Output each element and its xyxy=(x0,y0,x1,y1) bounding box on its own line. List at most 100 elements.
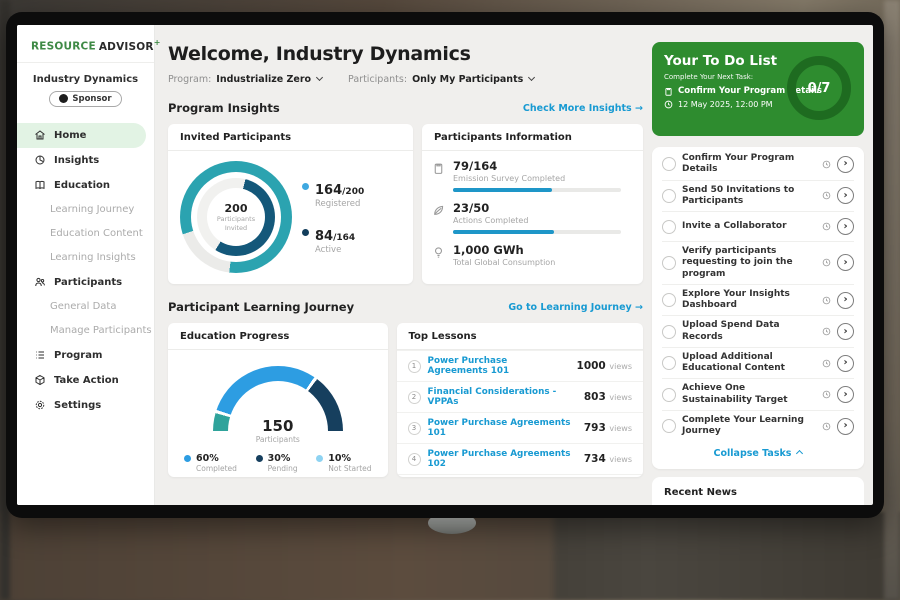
sidebar-item-participants[interactable]: Participants xyxy=(17,270,154,295)
clock-icon xyxy=(822,327,831,336)
sidebar-item-manage-participants[interactable]: Manage Participants xyxy=(17,319,154,343)
task-checkbox[interactable] xyxy=(662,189,676,203)
bulb-icon xyxy=(432,246,445,259)
sidebar-item-label: Settings xyxy=(54,400,101,411)
lesson-row[interactable]: 2 Financial Considerations - VPPAs 803 v… xyxy=(397,381,643,412)
filter-bar: Program:Industrialize Zero Participants:… xyxy=(168,74,643,85)
go-to-learning-journey-link[interactable]: Go to Learning Journey xyxy=(508,302,643,313)
participants-select[interactable]: Participants:Only My Participants xyxy=(348,74,534,85)
sidebar-item-education[interactable]: Education xyxy=(17,173,154,198)
task-checkbox[interactable] xyxy=(662,388,676,402)
task-open-button[interactable] xyxy=(837,355,854,372)
brand-secondary: ADVISOR xyxy=(99,41,154,53)
task-checkbox[interactable] xyxy=(662,419,676,433)
sidebar-item-label: Program xyxy=(54,350,102,361)
invited-participants-card: Invited Participants 200 Participants In… xyxy=(168,124,413,284)
task-row[interactable]: Explore Your Insights Dashboard xyxy=(662,284,854,316)
task-open-button[interactable] xyxy=(837,254,854,271)
sidebar-item-learning-journey[interactable]: Learning Journey xyxy=(17,198,154,222)
legend-pending: 30%Pending xyxy=(256,453,298,473)
task-checkbox[interactable] xyxy=(662,325,676,339)
task-checkbox[interactable] xyxy=(662,256,676,270)
sidebar-item-home[interactable]: Home xyxy=(17,123,146,148)
program-select[interactable]: Program:Industrialize Zero xyxy=(168,74,322,85)
task-row[interactable]: Send 50 Invitations to Participants xyxy=(662,180,854,212)
lesson-link[interactable]: Financial Considerations - VPPAs xyxy=(428,387,577,407)
task-checkbox[interactable] xyxy=(662,157,676,171)
task-checkbox[interactable] xyxy=(662,356,676,370)
home-icon xyxy=(34,129,46,141)
task-open-button[interactable] xyxy=(837,323,854,340)
card-title: Education Progress xyxy=(168,323,388,350)
task-row[interactable]: Upload Spend Data Records xyxy=(662,315,854,347)
sponsor-badge: Sponsor xyxy=(49,91,121,107)
sidebar-item-settings[interactable]: Settings xyxy=(17,393,154,418)
task-row[interactable]: Invite a Collaborator xyxy=(662,211,854,241)
collapse-tasks-link[interactable]: Collapse Tasks xyxy=(662,441,854,464)
sidebar-item-label: General Data xyxy=(50,301,116,312)
task-label: Confirm Your Program Details xyxy=(682,153,816,176)
sidebar-item-insights[interactable]: Insights xyxy=(17,148,154,173)
task-open-button[interactable] xyxy=(837,386,854,403)
sponsor-icon xyxy=(59,94,68,103)
legend-dot xyxy=(302,229,309,236)
task-open-button[interactable] xyxy=(837,292,854,309)
insights-icon xyxy=(34,154,46,166)
card-title: Invited Participants xyxy=(168,124,413,151)
chevron-down-icon xyxy=(528,74,535,81)
task-row[interactable]: Complete Your Learning Journey xyxy=(662,410,854,442)
sidebar-item-label: Learning Insights xyxy=(50,252,136,263)
clock-icon xyxy=(822,296,831,305)
task-open-button[interactable] xyxy=(837,418,854,435)
lesson-rank: 2 xyxy=(408,391,421,404)
check-more-insights-link[interactable]: Check More Insights xyxy=(523,103,643,114)
org-name: Industry Dynamics xyxy=(17,74,154,85)
sidebar-item-learning-insights[interactable]: Learning Insights xyxy=(17,246,154,270)
clipboard-icon xyxy=(664,87,673,96)
sidebar-item-education-content[interactable]: Education Content xyxy=(17,222,154,246)
legend-not-started: 10%Not Started xyxy=(316,453,371,473)
sidebar-item-label: Education Content xyxy=(50,228,143,239)
task-open-button[interactable] xyxy=(837,187,854,204)
task-row[interactable]: Verify participants requesting to join t… xyxy=(662,241,854,284)
todo-hero-card: Your To Do List Complete Your Next Task:… xyxy=(652,42,864,136)
info-row-actions: 23/50 Actions Completed xyxy=(432,201,629,234)
recent-news-title: Recent News xyxy=(664,487,852,505)
main-content: Welcome, Industry Dynamics Program:Indus… xyxy=(155,25,652,505)
task-label: Invite a Collaborator xyxy=(682,221,816,232)
education-progress-card: Education Progress 150 Participants 60%C… xyxy=(168,323,388,477)
legend-dot xyxy=(302,183,309,190)
info-value: 23/50 xyxy=(453,201,629,215)
leaf-icon xyxy=(432,204,445,217)
lesson-row[interactable]: 1 Power Purchase Agreements 101 1000 vie… xyxy=(397,350,643,381)
task-open-button[interactable] xyxy=(837,218,854,235)
task-checkbox[interactable] xyxy=(662,293,676,307)
sidebar-item-general-data[interactable]: General Data xyxy=(17,295,154,319)
lesson-link[interactable]: Power Purchase Agreements 101 xyxy=(428,418,577,438)
sidebar-item-program[interactable]: Program xyxy=(17,343,154,368)
task-checkbox[interactable] xyxy=(662,220,676,234)
lesson-row[interactable]: 5 Power Purchase Agreements 103 600 view… xyxy=(397,474,643,477)
lesson-link[interactable]: Power Purchase Agreements 101 xyxy=(428,356,570,376)
lesson-row[interactable]: 3 Power Purchase Agreements 101 793 view… xyxy=(397,412,643,443)
section-title-learning-journey: Participant Learning Journey xyxy=(168,300,354,314)
lesson-link[interactable]: Power Purchase Agreements 102 xyxy=(428,449,577,469)
sidebar-item-take-action[interactable]: Take Action xyxy=(17,368,154,393)
program-value: Industrialize Zero xyxy=(216,74,311,85)
task-row[interactable]: Upload Additional Educational Content xyxy=(662,347,854,379)
sidebar: RESOURCEADVISOR+ Industry Dynamics Spons… xyxy=(17,25,155,505)
sidebar-item-label: Learning Journey xyxy=(50,204,134,215)
survey-icon xyxy=(432,162,445,175)
task-row[interactable]: Confirm Your Program Details xyxy=(662,149,854,180)
collapse-label: Collapse Tasks xyxy=(714,448,792,459)
task-row[interactable]: Achieve One Sustainability Target xyxy=(662,378,854,410)
task-label: Verify participants requesting to join t… xyxy=(682,246,816,280)
section-title-program-insights: Program Insights xyxy=(168,101,280,115)
clock-icon xyxy=(664,100,673,109)
task-label: Upload Spend Data Records xyxy=(682,320,816,343)
lesson-rank: 1 xyxy=(408,360,421,373)
task-open-button[interactable] xyxy=(837,156,854,173)
survey-progress-bar xyxy=(453,188,621,192)
lesson-row[interactable]: 4 Power Purchase Agreements 102 734 view… xyxy=(397,443,643,474)
legend-completed: 60%Completed xyxy=(184,453,237,473)
